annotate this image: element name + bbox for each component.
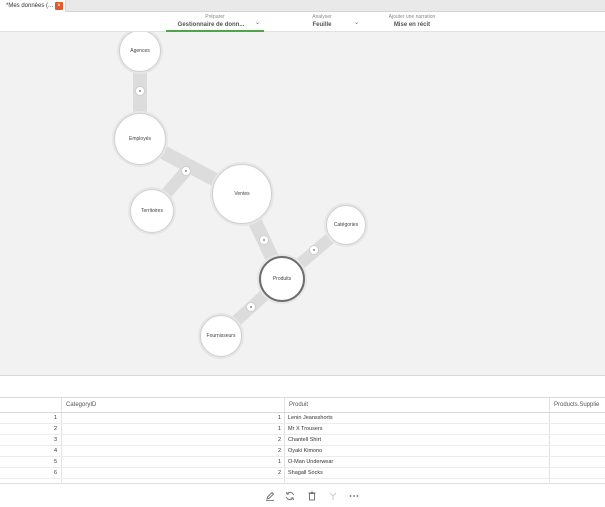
data-model-canvas[interactable]: Agences Employés Territoires Ventes Caté… [0, 32, 605, 376]
association-joint[interactable] [181, 166, 191, 176]
row-index: 6 [53, 470, 57, 476]
node-label: Ventes [234, 191, 250, 197]
cell-categoryid: 2 [277, 470, 281, 476]
cell-produit: O-Man Underwear [288, 459, 334, 465]
table-node-ventes[interactable]: Ventes [212, 164, 272, 224]
cell-produit: Chantell Shirt [288, 437, 322, 443]
table-row[interactable]: 5 1 O-Man Underwear [0, 457, 605, 468]
node-label: Territoires [141, 208, 163, 214]
preview-spacer [0, 377, 605, 398]
cell-produit: Oyaki Kimono [288, 448, 323, 454]
nav-story-caption: Ajouter une narration [388, 14, 436, 20]
node-label: Produits [272, 276, 292, 282]
bottom-toolbar [0, 483, 605, 507]
cell-categoryid: 1 [277, 459, 281, 465]
nav-analyze-label: Feuille [312, 22, 332, 28]
row-index: 5 [53, 459, 57, 465]
node-label: Employés [129, 136, 151, 142]
association-joint[interactable] [309, 245, 319, 255]
chevron-down-icon[interactable]: ⌄ [354, 19, 359, 26]
refresh-icon[interactable] [284, 490, 296, 502]
table-node-fournisseurs[interactable]: Fournisseurs [200, 315, 242, 357]
nav-story[interactable]: Ajouter une narration Mise en récit [376, 12, 448, 32]
nav-analyze[interactable]: Analyser Feuille ⌄ [282, 12, 362, 32]
cell-produit: Mr X Trousers [288, 426, 323, 432]
association-joint[interactable] [135, 86, 145, 96]
data-preview-table: CategoryID Produit Products.Supplie 1 1 Le… [0, 398, 605, 482]
row-index: 4 [53, 448, 57, 454]
tab-label: *Mes données (... [6, 3, 54, 9]
table-node-produits[interactable]: Produits [259, 256, 305, 302]
chevron-down-icon[interactable]: ⌄ [255, 19, 260, 26]
association-joint[interactable] [259, 235, 269, 245]
close-icon[interactable]: × [55, 2, 63, 10]
pencil-icon[interactable] [264, 490, 276, 502]
nav-story-label: Mise en récit [393, 22, 431, 28]
table-node-categories[interactable]: Catégories [326, 205, 366, 245]
nav-prepare[interactable]: Préparer Gestionnaire de donn... ⌄ [166, 12, 264, 32]
split-icon[interactable] [327, 490, 339, 502]
row-index: 1 [53, 415, 57, 421]
table-node-agences[interactable]: Agences [119, 32, 161, 72]
row-index: 2 [53, 426, 57, 432]
column-header-categoryid[interactable]: CategoryID [66, 398, 266, 413]
node-label: Catégories [333, 222, 359, 228]
nav-analyze-caption: Analyser [312, 14, 332, 20]
association-links [133, 44, 352, 341]
trash-icon[interactable] [306, 490, 318, 502]
table-node-employes[interactable]: Employés [114, 113, 166, 165]
column-header-produit[interactable]: Produit [289, 398, 489, 413]
cell-produit: Lenin Jeansshorts [288, 415, 333, 421]
cell-categoryid: 1 [277, 415, 281, 421]
node-label: Agences [130, 48, 150, 54]
navigation-bar: Préparer Gestionnaire de donn... ⌄ Analy… [0, 12, 605, 32]
table-row[interactable]: 3 2 Chantell Shirt [0, 435, 605, 446]
table-row[interactable]: 1 1 Lenin Jeansshorts [0, 413, 605, 424]
table-header: CategoryID Produit Products.Supplie [0, 398, 605, 413]
cell-categoryid: 2 [277, 437, 281, 443]
nav-prepare-label: Gestionnaire de donn... [177, 22, 245, 28]
cell-produit: Shagall Socks [288, 470, 323, 476]
tab-strip: *Mes données (... × [0, 0, 605, 12]
table-node-territoires[interactable]: Territoires [130, 189, 174, 233]
row-index: 3 [53, 437, 57, 443]
table-row[interactable]: 2 1 Mr X Trousers [0, 424, 605, 435]
table-row[interactable]: 4 2 Oyaki Kimono [0, 446, 605, 457]
association-joint[interactable] [246, 302, 256, 312]
node-label: Fournisseurs [206, 333, 236, 339]
cell-categoryid: 1 [277, 426, 281, 432]
table-row[interactable]: 6 2 Shagall Socks [0, 468, 605, 479]
tab-my-data[interactable]: *Mes données (... × [0, 0, 66, 12]
cell-categoryid: 2 [277, 448, 281, 454]
more-icon[interactable] [348, 490, 360, 502]
nav-prepare-caption: Préparer [205, 14, 225, 20]
column-header-supplier[interactable]: Products.Supplie [554, 398, 605, 413]
